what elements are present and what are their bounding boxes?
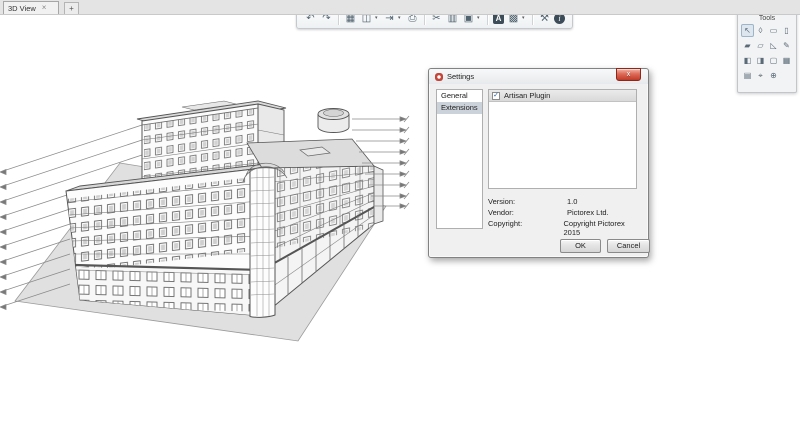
dialog-title: Settings xyxy=(447,72,474,81)
extensions-list-panel: ✓ Artisan Plugin xyxy=(488,89,637,189)
vendor-value: Pictorex Ltd. xyxy=(567,208,609,217)
dropdown-caret-icon[interactable]: ▾ xyxy=(375,15,380,21)
tools-palette-title: Tools xyxy=(741,14,793,24)
copyright-label: Copyright: xyxy=(488,219,564,237)
vendor-label: Vendor: xyxy=(488,208,567,217)
ok-button[interactable]: OK xyxy=(560,239,601,253)
move-tool[interactable]: ⊕ xyxy=(767,69,780,82)
gear-icon xyxy=(435,73,443,81)
tools-grid: ↖ ◊ ▭ ▯ ▰ ▱ ◺ ✎ ◧ ◨ ▢ ▦ ▤ ⌖ ⊕ xyxy=(741,24,793,82)
fence-tool[interactable]: ▤ xyxy=(741,69,754,82)
building xyxy=(66,101,383,317)
category-extensions[interactable]: Extensions xyxy=(437,102,482,114)
stamp-tool[interactable]: ◨ xyxy=(754,54,767,67)
settings-category-list: General Extensions xyxy=(436,89,483,229)
rectangle-tool[interactable]: ▭ xyxy=(767,24,780,37)
tab-bar: 3D View × + xyxy=(0,0,800,15)
grid-tool[interactable]: ▦ xyxy=(780,54,793,67)
version-row: Version: 1.0 xyxy=(488,197,640,206)
select-tool[interactable]: ↖ xyxy=(741,24,754,37)
cancel-button[interactable]: Cancel xyxy=(607,239,650,253)
checkbox-checked-icon[interactable]: ✓ xyxy=(492,92,500,100)
dropdown-caret-icon[interactable]: ▾ xyxy=(398,15,403,21)
new-tab-button[interactable]: + xyxy=(64,2,79,14)
tab-close-icon[interactable]: × xyxy=(42,4,47,12)
copyright-row: Copyright: Copyright Pictorex 2015 xyxy=(488,219,640,237)
category-general[interactable]: General xyxy=(437,90,482,102)
dropdown-caret-icon[interactable]: ▾ xyxy=(477,15,482,21)
extension-label: Artisan Plugin xyxy=(504,91,550,100)
eraser-tool[interactable]: ◊ xyxy=(754,24,767,37)
tab-3d-view[interactable]: 3D View × xyxy=(3,1,59,14)
box-tool[interactable]: ▰ xyxy=(741,39,754,52)
close-button[interactable]: x xyxy=(616,68,641,81)
tab-label: 3D View xyxy=(8,4,36,13)
tools-palette: Tools ↖ ◊ ▭ ▯ ▰ ▱ ◺ ✎ ◧ ◨ ▢ ▦ ▤ ⌖ ⊕ xyxy=(737,11,797,93)
settings-dialog: Settings x General Extensions ✓ Artisan … xyxy=(428,68,649,258)
dropdown-caret-icon[interactable]: ▾ xyxy=(522,15,527,21)
version-label: Version: xyxy=(488,197,567,206)
plane-tool[interactable]: ▱ xyxy=(754,39,767,52)
pin-tool[interactable]: ⌖ xyxy=(754,69,767,82)
copyright-value: Copyright Pictorex 2015 xyxy=(564,219,641,237)
version-value: 1.0 xyxy=(567,197,577,206)
extension-row[interactable]: ✓ Artisan Plugin xyxy=(489,90,636,102)
page-tool[interactable]: ▢ xyxy=(767,54,780,67)
cylinder-tool[interactable]: ▯ xyxy=(780,24,793,37)
pencil-tool[interactable]: ✎ xyxy=(780,39,793,52)
roof-tool[interactable]: ◺ xyxy=(767,39,780,52)
vendor-row: Vendor: Pictorex Ltd. xyxy=(488,208,640,217)
building-drawing xyxy=(0,0,800,441)
paint-tool[interactable]: ◧ xyxy=(741,54,754,67)
